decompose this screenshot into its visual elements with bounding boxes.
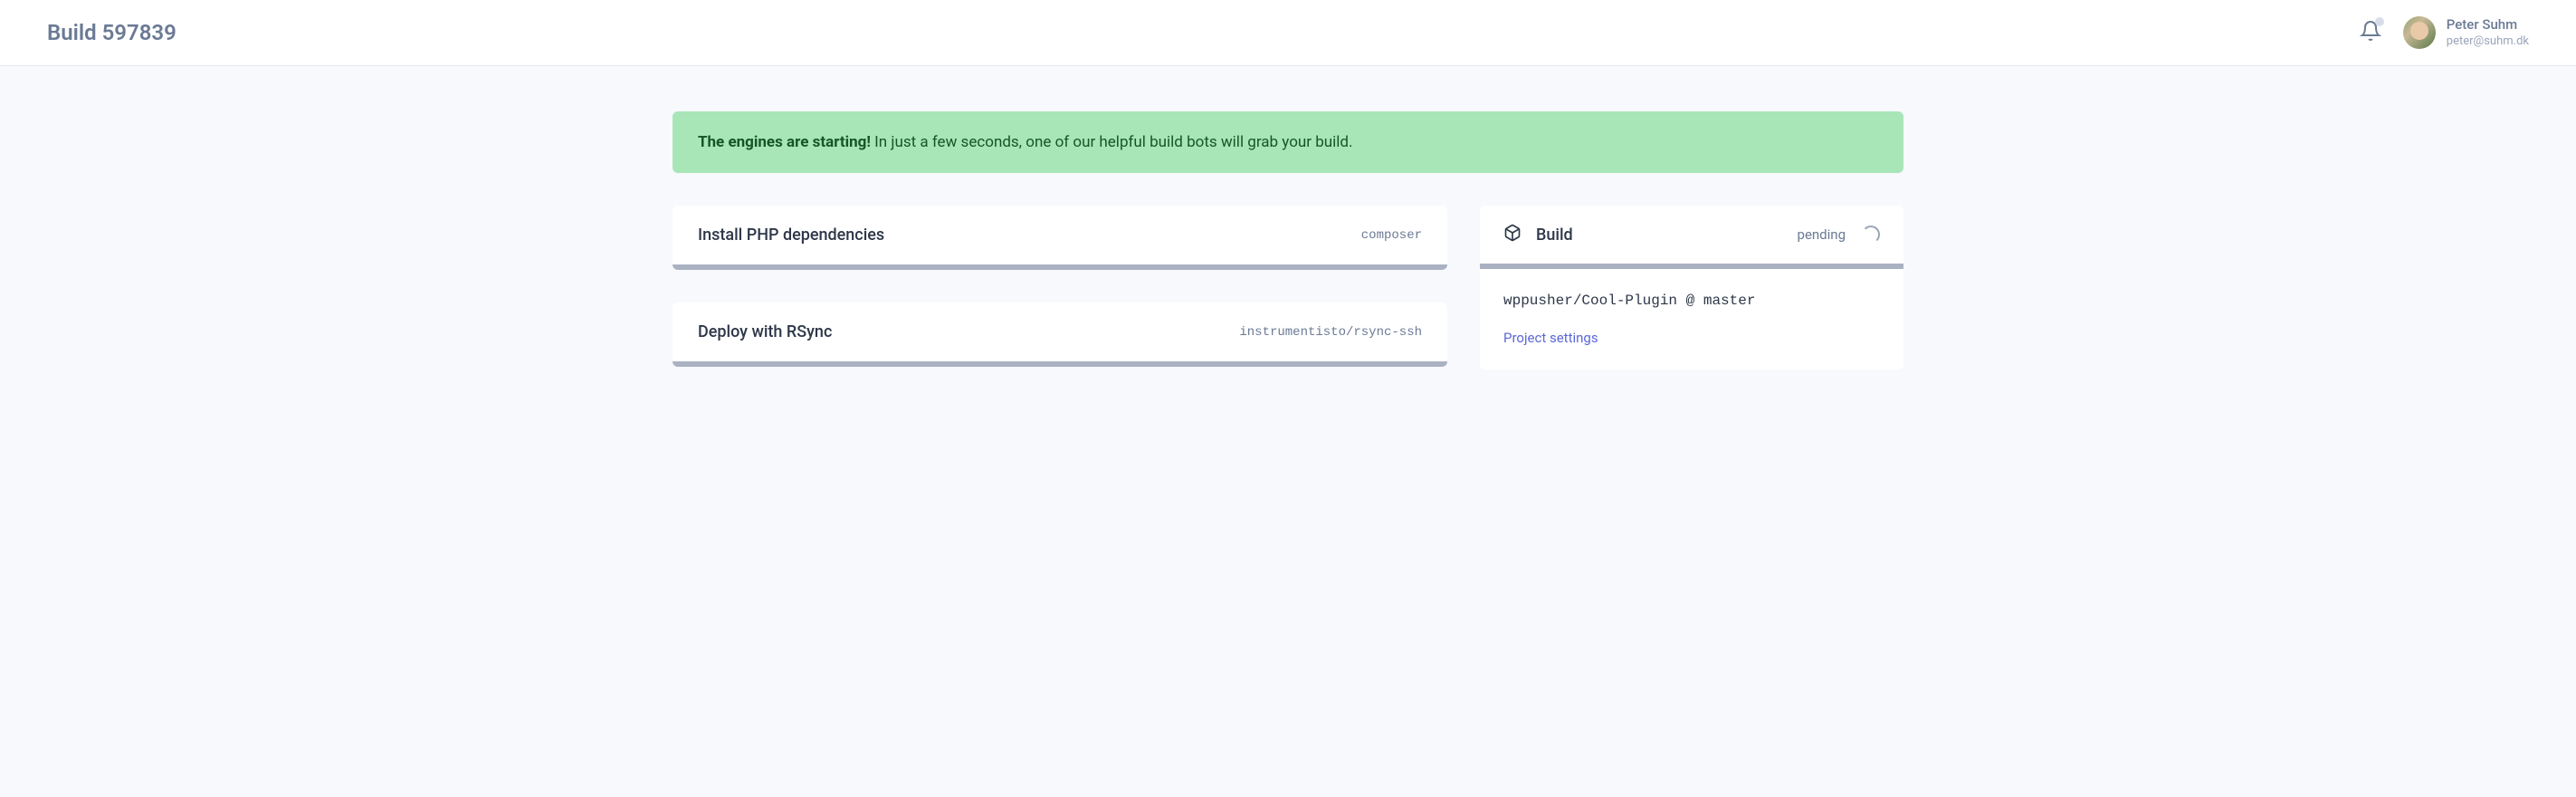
user-menu[interactable]: Peter Suhm peter@suhm.dk xyxy=(2403,16,2529,49)
topbar-right: Peter Suhm peter@suhm.dk xyxy=(2360,16,2529,49)
step-title: Install PHP dependencies xyxy=(698,226,884,245)
status-banner: The engines are starting! In just a few … xyxy=(673,111,1903,173)
build-column: Build pending wppusher/Cool-Plugin @ mas… xyxy=(1480,206,1903,370)
build-header-right: pending xyxy=(1798,226,1880,244)
notification-dot xyxy=(2375,17,2384,26)
user-email: peter@suhm.dk xyxy=(2447,34,2529,50)
step-tag: composer xyxy=(1361,228,1422,243)
build-header: Build pending xyxy=(1480,206,1903,269)
columns: Install PHP dependencies composer Deploy… xyxy=(673,206,1903,399)
topbar: Build 597839 Peter Suhm peter@suhm.dk xyxy=(0,0,2576,66)
banner-strong: The engines are starting! xyxy=(698,133,871,151)
project-settings-link[interactable]: Project settings xyxy=(1503,330,1598,346)
box-icon xyxy=(1503,224,1522,245)
build-title: Build xyxy=(1536,226,1573,245)
step-tag: instrumentisto/rsync-ssh xyxy=(1239,325,1422,340)
avatar xyxy=(2403,16,2436,49)
repo-line: wppusher/Cool-Plugin @ master xyxy=(1503,293,1880,309)
build-body: wppusher/Cool-Plugin @ master Project se… xyxy=(1480,269,1903,370)
build-card: Build pending wppusher/Cool-Plugin @ mas… xyxy=(1480,206,1903,370)
bell-icon xyxy=(2360,28,2381,45)
step-card-install-php[interactable]: Install PHP dependencies composer xyxy=(673,206,1447,270)
user-text: Peter Suhm peter@suhm.dk xyxy=(2447,16,2529,49)
page-title: Build 597839 xyxy=(47,20,177,45)
build-header-left: Build xyxy=(1503,224,1573,245)
steps-column: Install PHP dependencies composer Deploy… xyxy=(673,206,1447,399)
banner-rest: In just a few seconds, one of our helpfu… xyxy=(871,133,1353,151)
banner-text: The engines are starting! In just a few … xyxy=(698,133,1878,151)
step-title: Deploy with RSync xyxy=(698,322,832,341)
user-name: Peter Suhm xyxy=(2447,16,2529,34)
notifications-button[interactable] xyxy=(2360,20,2381,45)
spinner-icon xyxy=(1862,226,1880,244)
status-badge: pending xyxy=(1798,226,1846,243)
step-card-deploy-rsync[interactable]: Deploy with RSync instrumentisto/rsync-s… xyxy=(673,302,1447,367)
content: The engines are starting! In just a few … xyxy=(625,66,1951,445)
